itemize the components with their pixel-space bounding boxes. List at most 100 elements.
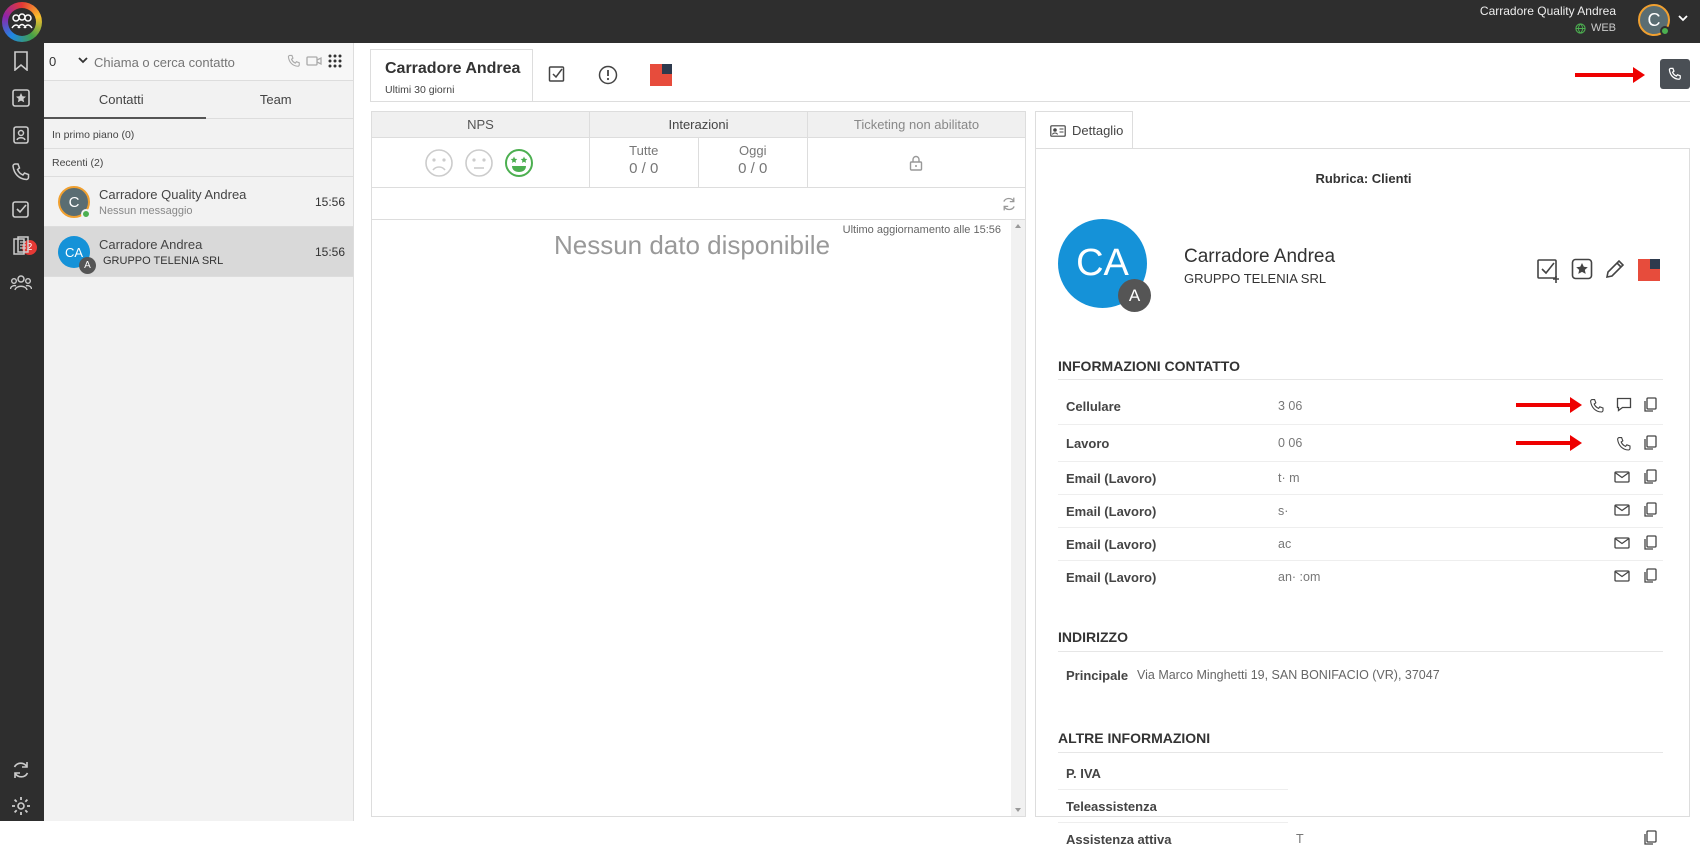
info-label: Email (Lavoro) [1066,471,1157,486]
no-data-message: Nessun dato disponibile [553,230,831,260]
app-logo[interactable] [2,2,42,42]
top-bar: Carradore Quality Andrea WEB C [0,0,1700,43]
all-label: Tutte [629,143,659,158]
detail-body: Rubrica: Clienti CA A Carradore Andrea GR… [1035,148,1690,847]
sync-icon[interactable] [10,759,32,781]
alert-circle-icon[interactable] [598,65,618,85]
people-logo-icon [8,8,36,36]
status-label: WEB [1590,22,1616,34]
mail-icon[interactable] [1612,500,1632,520]
today-value: 0 / 0 [738,160,768,177]
copy-icon[interactable] [1640,433,1660,453]
copy-icon[interactable] [1640,828,1660,848]
user-name: Carradore Quality Andrea [1479,4,1616,18]
today-label: Oggi [739,143,767,158]
contact-header-tab[interactable]: Carradore Andrea Ultimi 30 giorni [370,49,533,101]
info-value: 0 06 [1278,436,1303,450]
tab-dettaglio[interactable]: Dettaglio [1035,111,1133,149]
left-nav: 2 [0,43,44,821]
favorites-icon[interactable] [10,87,32,109]
chat-bubble-icon[interactable] [1614,395,1634,415]
tab-contatti[interactable]: Contatti [44,81,199,118]
flag-corner [1650,259,1660,269]
line-selector-value[interactable]: 0 [49,54,56,69]
info-value: ac [1278,537,1292,551]
stats-scrollbar[interactable] [1011,220,1025,816]
clipboard-icon[interactable] [10,235,32,257]
call-phone-icon[interactable] [1614,434,1634,454]
bookmark-icon[interactable] [10,50,32,72]
flag-icon[interactable] [1638,259,1660,281]
active-tab-indicator [44,117,206,119]
chevron-down-icon[interactable] [1678,14,1688,22]
dialpad-icon[interactable] [328,54,342,68]
contacts-icon[interactable] [10,124,32,146]
call-button[interactable] [1660,59,1690,89]
online-status-dot [1660,26,1670,36]
heading-divider [1058,379,1663,380]
add-task-icon[interactable] [1536,257,1562,283]
mail-icon[interactable] [1612,566,1632,586]
avatar-badge: A [79,257,96,274]
avatar-initials: CA [64,244,84,260]
lock-icon [909,155,923,171]
mail-icon[interactable] [1612,467,1632,487]
user-avatar[interactable]: C [1638,4,1670,36]
annotation-arrow [1516,397,1582,413]
info-label: Email (Lavoro) [1066,504,1157,519]
refresh-icon[interactable] [1001,196,1017,212]
info-label: Email (Lavoro) [1066,570,1157,585]
settings-gear-icon[interactable] [10,795,32,817]
address-label: Principale [1066,668,1129,683]
team-icon[interactable] [10,272,32,294]
contact-info-heading: INFORMAZIONI CONTATTO [1058,358,1240,374]
info-row-work-phone: Lavoro 0 06 [1058,425,1663,462]
scroll-down-icon[interactable] [1014,807,1022,813]
scroll-up-icon[interactable] [1014,223,1022,229]
task-check-icon[interactable] [548,65,566,83]
copy-icon[interactable] [1640,500,1660,520]
video-call-icon[interactable] [306,55,322,67]
mail-icon[interactable] [1612,533,1632,553]
favorite-star-icon[interactable] [1571,258,1593,280]
search-input[interactable] [94,52,274,72]
rubrica-label: Rubrica: Clienti [1315,171,1412,186]
nps-header: NPS [372,112,589,138]
interactions-all: Tutte 0 / 0 [590,138,699,187]
flag-icon[interactable] [650,64,672,86]
contact-list-item-selected[interactable]: CA A Carradore Andrea GRUPPO TELENIA SRL … [44,227,353,277]
nps-column: NPS [372,112,590,187]
phone-icon[interactable] [10,161,32,183]
copy-icon[interactable] [1640,566,1660,586]
header-divider [370,101,1690,102]
info-label: Lavoro [1066,436,1110,451]
avatar-badge: A [1118,279,1151,312]
info-row-vat: P. IVA [1058,757,1288,790]
call-phone-icon[interactable] [1587,396,1607,416]
tab-team[interactable]: Team [199,81,354,118]
tasks-icon[interactable] [10,198,32,220]
contact-list-item[interactable]: C Carradore Quality Andrea Nessun messag… [44,177,353,227]
chevron-down-icon[interactable] [78,57,88,64]
info-row-active-support: Assistenza attiva T [1058,823,1663,856]
other-info-heading: ALTRE INFORMAZIONI [1058,730,1211,746]
info-row-email: Email (Lavoro) ac [1058,528,1663,561]
edit-pencil-icon[interactable] [1604,258,1626,280]
avatar-initials: CA [1076,242,1129,284]
annotation-arrow [1575,67,1645,83]
info-value: t· m [1278,471,1300,485]
annotation-arrow [1516,435,1582,451]
call-phone-icon[interactable] [287,54,301,68]
ticketing-header: Ticketing non abilitato [808,112,1025,138]
copy-icon[interactable] [1640,395,1660,415]
neutral-face-icon [465,149,493,177]
avatar: C [58,186,91,219]
header-subtitle: Ultimi 30 giorni [385,84,455,96]
contact-subtitle: Nessun messaggio [99,205,193,217]
copy-icon[interactable] [1640,533,1660,553]
address-heading: INDIRIZZO [1058,629,1128,645]
contact-name: Carradore Quality Andrea [99,187,247,202]
ticketing-column: Ticketing non abilitato [808,112,1025,187]
interactions-header: Interazioni [590,112,807,138]
copy-icon[interactable] [1640,467,1660,487]
